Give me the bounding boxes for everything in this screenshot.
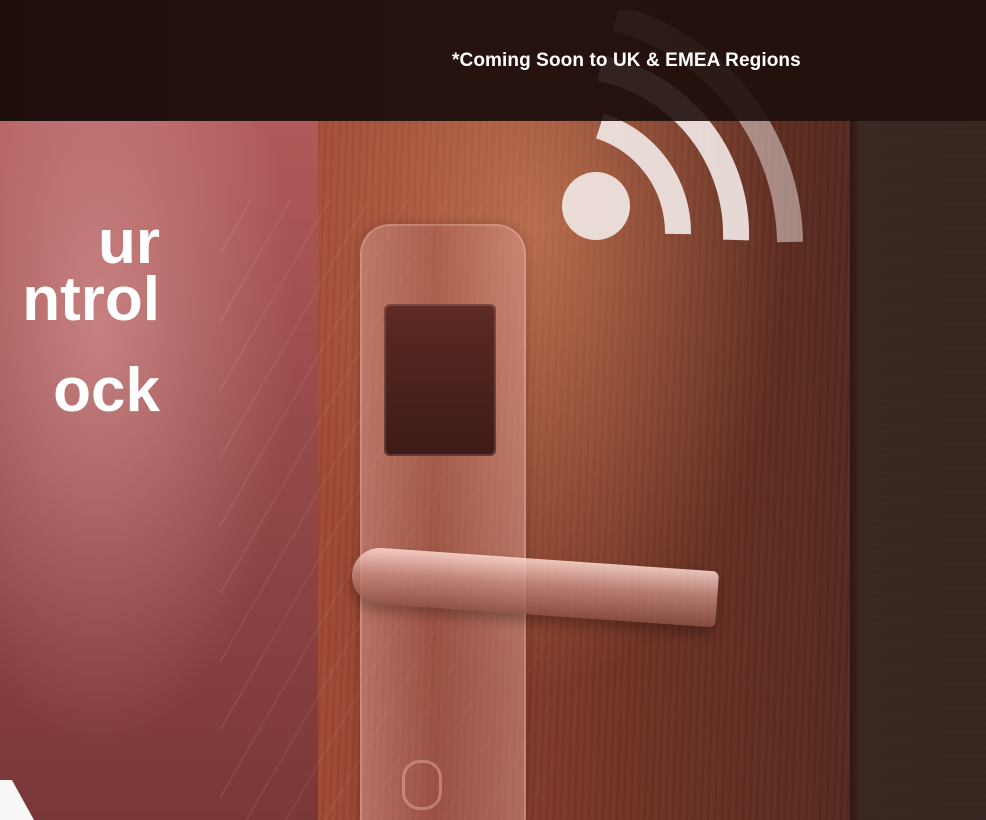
headline-line-1: ur [98,208,160,277]
background-wall-image [858,120,986,820]
hero-banner: *Coming Soon to UK & EMEA Regions ur ntr… [0,0,986,820]
smart-lock-reader [384,304,496,456]
coming-soon-notice: *Coming Soon to UK & EMEA Regions [452,50,801,71]
headline: ur ntrol ock [0,208,160,426]
headline-line-3: ock [53,356,160,426]
top-overlay-bar: *Coming Soon to UK & EMEA Regions [0,0,986,121]
headline-line-2: ntrol [22,265,160,335]
smart-lock-keyhole [402,760,442,810]
